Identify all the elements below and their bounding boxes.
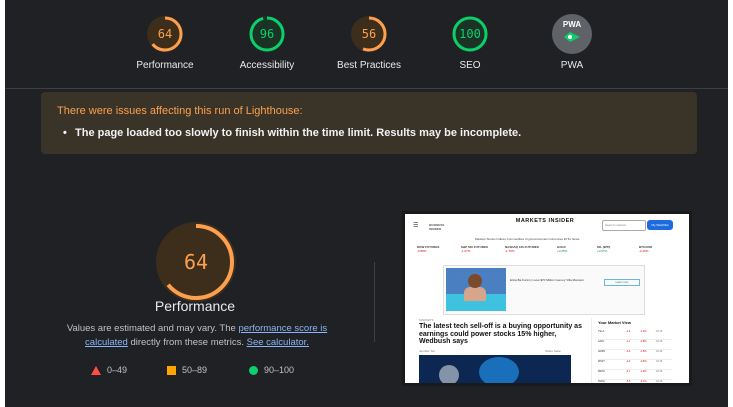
green-circle-icon <box>249 366 258 376</box>
orange-square-icon <box>167 366 176 376</box>
market-row: AMZN -3.0 -1.5% 04:15 <box>598 350 672 360</box>
legend-average-range: 50–89 <box>182 365 208 375</box>
accessibility-gauge: 96 <box>247 14 287 54</box>
ad-button: Learn more <box>604 279 640 286</box>
ticker-item: DOW FUTURES -0.88% <box>417 245 440 253</box>
article-share: Share Save <box>545 349 561 353</box>
market-view-rows: TSLA -2.4 -1.2% 04:15 AAPL -1.1 -0.8% 04:15 AM… <box>598 330 672 383</box>
ticker-strip: DOW FUTURES -0.88% S&P 500 FUTURES -1.07% … <box>417 245 679 259</box>
lighthouse-report: 64 Performance 96 Accessibility 56 Best … <box>5 0 728 407</box>
pwa-label: PWA <box>560 60 584 71</box>
seo-gauge: 100 <box>450 14 490 54</box>
legend-average: 50–89 <box>167 365 208 376</box>
ticker-item: OIL (WTI) +0.57% <box>597 245 611 253</box>
pwa-badge-icon: PWA <box>552 14 592 54</box>
performance-score: 64 <box>157 27 173 41</box>
performance-description: Values are estimated and may vary. The p… <box>51 322 343 350</box>
market-view-title: Your Market View <box>598 320 631 325</box>
legend-pass-range: 90–100 <box>264 365 295 375</box>
red-triangle-icon <box>91 366 101 376</box>
market-view-panel: Your Market View TSLA -2.4 -1.2% 04:15 AAPL… <box>591 318 674 383</box>
market-row: AAPL -1.1 -0.8% 04:15 <box>598 340 672 350</box>
score-summary-bar: 64 Performance 96 Accessibility 56 Best … <box>5 0 728 89</box>
section-divider <box>374 262 375 342</box>
performance-big-score: 64 <box>183 250 209 274</box>
final-screenshot[interactable]: ☰ BUSINESS INSIDER MARKETS INSIDER Search… <box>402 211 692 386</box>
article-category: MARKETS <box>419 318 434 322</box>
warning-item: • The page loaded too slowly to finish w… <box>63 127 522 139</box>
ad-image <box>446 268 506 311</box>
legend-pass: 90–100 <box>249 365 295 376</box>
ticker-item: S&P 500 FUTURES -1.07% <box>461 245 488 253</box>
best-practices-score: 56 <box>361 27 377 41</box>
ad-text: Erica Ba Fortnry Lives $70 Million Gener… <box>510 278 584 282</box>
legend-fail-range: 0–49 <box>107 365 128 375</box>
desc-middle: directly from these metrics. <box>127 337 247 348</box>
hamburger-icon: ☰ <box>413 223 419 229</box>
warning-item-text: The page loaded too slowly to finish wit… <box>75 127 522 139</box>
market-row: META -4.1 -1.3% 04:15 <box>598 370 672 380</box>
market-row: TSLA -2.4 -1.2% 04:15 <box>598 330 672 340</box>
ticker-item: NASDAQ 100 FUTURES -1.79% <box>505 245 539 253</box>
performance-title: Performance <box>154 298 236 314</box>
performance-gauge: 64 <box>145 14 185 54</box>
markets-insider-logo: MARKETS INSIDER <box>515 218 575 224</box>
best-practices-gauge: 56 <box>349 14 389 54</box>
article-byline: Jennifer Sor <box>419 349 436 353</box>
site-nav: Markets Stocks Indices Commodities Crypt… <box>475 237 580 241</box>
article-image <box>419 355 571 383</box>
performance-big-gauge: 64 <box>154 220 238 304</box>
search-input: Search markets <box>602 220 646 231</box>
gauge-pwa[interactable]: PWA PWA <box>512 14 632 71</box>
pwa-badge-text: PWA <box>562 20 582 29</box>
pwa-check-icon <box>564 32 580 42</box>
article-headline: The latest tech sell-off is a buying opp… <box>419 323 582 345</box>
advertisement: Erica Ba Fortnry Lives $70 Million Gener… <box>443 265 645 315</box>
market-row: MSFT -2.2 -0.6% 04:15 <box>598 360 672 370</box>
ticker-item: GOLD +0.25% <box>557 245 568 253</box>
lighthouse-warning: There were issues affecting this run of … <box>41 92 697 154</box>
ticker-item: BTC/USD -2.46% <box>639 245 653 253</box>
legend-fail: 0–49 <box>91 365 128 376</box>
desc-prefix: Values are estimated and may vary. The <box>66 323 239 334</box>
see-calculator-link[interactable]: See calculator. <box>247 337 309 348</box>
seo-score: 100 <box>459 27 481 41</box>
bullet-icon: • <box>63 127 67 139</box>
insider-small-logo: BUSINESS INSIDER <box>429 223 445 231</box>
accessibility-score: 96 <box>259 27 275 41</box>
watchlist-button: My Watchlist <box>647 220 673 230</box>
warning-title: There were issues affecting this run of … <box>57 105 303 117</box>
market-row: NVDA -5.3 -2.1% 04:15 <box>598 380 672 383</box>
